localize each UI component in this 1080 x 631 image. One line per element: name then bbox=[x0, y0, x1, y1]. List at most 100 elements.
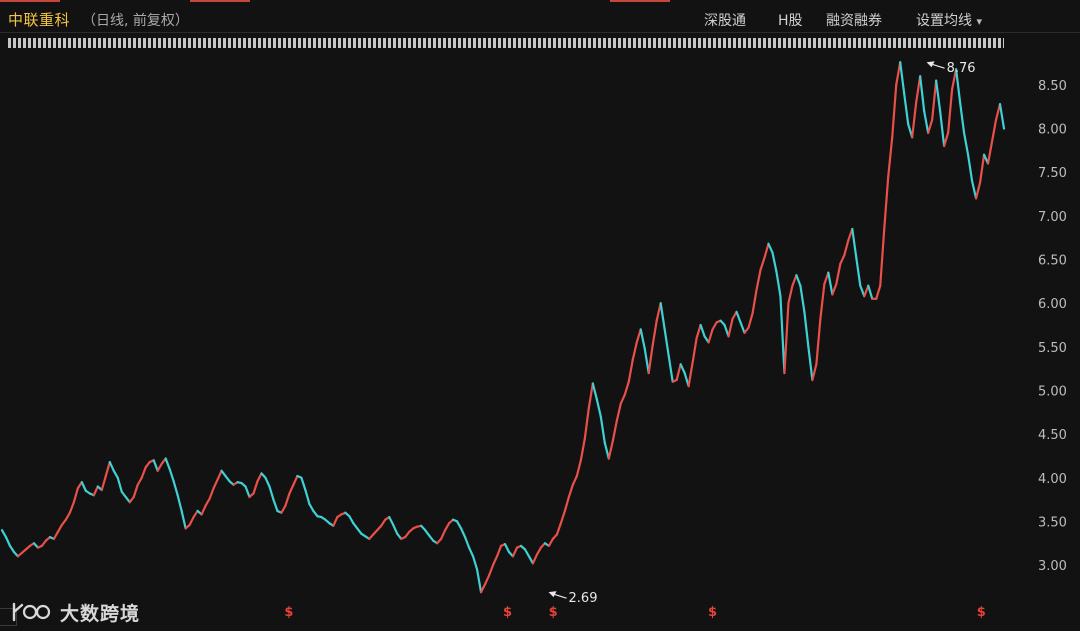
price-segment bbox=[695, 323, 702, 340]
price-segment bbox=[615, 402, 622, 423]
price-segment bbox=[755, 268, 762, 292]
price-segment bbox=[839, 254, 846, 265]
dividend-marker[interactable]: $ bbox=[977, 605, 986, 620]
price-segment bbox=[168, 467, 175, 483]
price-segment bbox=[587, 382, 594, 410]
price-tick-label: 4.00 bbox=[1038, 472, 1067, 487]
price-tick-label: 6.00 bbox=[1038, 297, 1067, 312]
price-segment bbox=[300, 476, 307, 492]
price-segment bbox=[599, 415, 606, 444]
dividend-marker[interactable]: $ bbox=[284, 605, 293, 620]
price-segment bbox=[891, 83, 898, 139]
price-segment bbox=[64, 511, 71, 521]
watermark-logo: 大数跨境 bbox=[10, 598, 140, 626]
price-segment bbox=[939, 110, 946, 148]
price-tick-label: 8.50 bbox=[1038, 79, 1067, 94]
price-segment bbox=[699, 323, 706, 338]
price-segment bbox=[292, 474, 299, 486]
price-tick-label: 5.50 bbox=[1038, 341, 1067, 356]
price-segment bbox=[759, 256, 766, 272]
price-tick-label: 6.50 bbox=[1038, 254, 1067, 269]
price-segment bbox=[280, 504, 287, 514]
price-segment bbox=[887, 136, 894, 178]
price-segment bbox=[487, 563, 495, 577]
price-segment bbox=[687, 361, 694, 388]
price-tick-label: 8.00 bbox=[1038, 123, 1067, 138]
price-segment bbox=[970, 179, 978, 200]
price-segment bbox=[675, 363, 682, 382]
price-segment bbox=[56, 523, 63, 534]
price-segment bbox=[304, 488, 311, 506]
price-segment bbox=[815, 317, 822, 366]
price-segment bbox=[503, 543, 511, 554]
price-segment bbox=[284, 492, 291, 507]
price-segment bbox=[471, 555, 479, 571]
price-segment bbox=[919, 75, 926, 113]
price-segment bbox=[100, 474, 107, 492]
price-segment bbox=[152, 459, 159, 472]
price-segment bbox=[188, 515, 195, 527]
price-segment bbox=[4, 536, 12, 547]
price-segment bbox=[264, 476, 271, 488]
price-segment bbox=[208, 487, 215, 500]
price-segment bbox=[256, 472, 263, 483]
price-segment bbox=[491, 555, 499, 567]
price-segment bbox=[883, 175, 890, 231]
price-segment bbox=[563, 495, 570, 513]
logo-mark-icon bbox=[12, 602, 51, 622]
price-segment bbox=[108, 460, 115, 472]
price-segment bbox=[962, 131, 970, 156]
price-tick-label: 7.50 bbox=[1038, 166, 1067, 181]
price-segment bbox=[216, 469, 223, 481]
price-segment bbox=[164, 457, 171, 471]
price-segment bbox=[112, 469, 119, 479]
price-segment bbox=[495, 544, 503, 558]
price-segment bbox=[180, 509, 187, 530]
price-segment bbox=[775, 270, 782, 298]
price-segment bbox=[923, 110, 930, 135]
price-segment bbox=[627, 358, 634, 383]
price-segment bbox=[978, 153, 986, 184]
price-segment bbox=[272, 498, 279, 513]
price-segment bbox=[739, 321, 746, 334]
price-segment bbox=[571, 474, 578, 486]
price-segment bbox=[811, 363, 818, 382]
price-segment bbox=[647, 343, 654, 375]
price-segment bbox=[767, 242, 774, 254]
price-segment bbox=[583, 406, 590, 440]
price-segment bbox=[623, 380, 630, 396]
price-segment bbox=[156, 462, 163, 472]
price-segment bbox=[523, 548, 531, 558]
price-segment bbox=[591, 382, 598, 401]
price-extreme-label: 2.69 bbox=[569, 591, 598, 606]
price-segment bbox=[555, 522, 562, 536]
price-segment bbox=[388, 515, 395, 527]
price-segment bbox=[0, 529, 8, 539]
price-segment bbox=[136, 476, 143, 486]
price-segment bbox=[392, 523, 399, 535]
price-segment bbox=[140, 466, 147, 479]
price-segment bbox=[479, 583, 487, 594]
price-segment bbox=[607, 440, 614, 460]
price-segment bbox=[783, 302, 790, 375]
price-tick-label: 5.00 bbox=[1038, 384, 1067, 399]
dividend-marker[interactable]: $ bbox=[503, 605, 512, 620]
price-segment bbox=[827, 271, 834, 296]
price-segment bbox=[859, 284, 866, 298]
price-segment bbox=[611, 419, 618, 443]
price-segment bbox=[667, 354, 674, 383]
price-segment bbox=[132, 483, 139, 499]
dividend-marker[interactable]: $ bbox=[708, 605, 717, 620]
price-segment bbox=[763, 242, 770, 259]
dividend-marker[interactable]: $ bbox=[549, 605, 558, 620]
price-segment bbox=[927, 118, 934, 135]
price-segment bbox=[727, 317, 734, 338]
price-segment bbox=[444, 522, 451, 532]
price-chart[interactable]: 3.00 3.50 4.00 4.50 5.00 5.50 6.00 6.50 7.00 7.50… bbox=[0, 0, 1080, 631]
price-segment bbox=[639, 328, 646, 350]
price-segment bbox=[348, 515, 355, 525]
price-segment bbox=[579, 437, 586, 462]
price-segment bbox=[116, 476, 123, 493]
price-segment bbox=[903, 92, 910, 126]
price-segment bbox=[879, 227, 886, 287]
